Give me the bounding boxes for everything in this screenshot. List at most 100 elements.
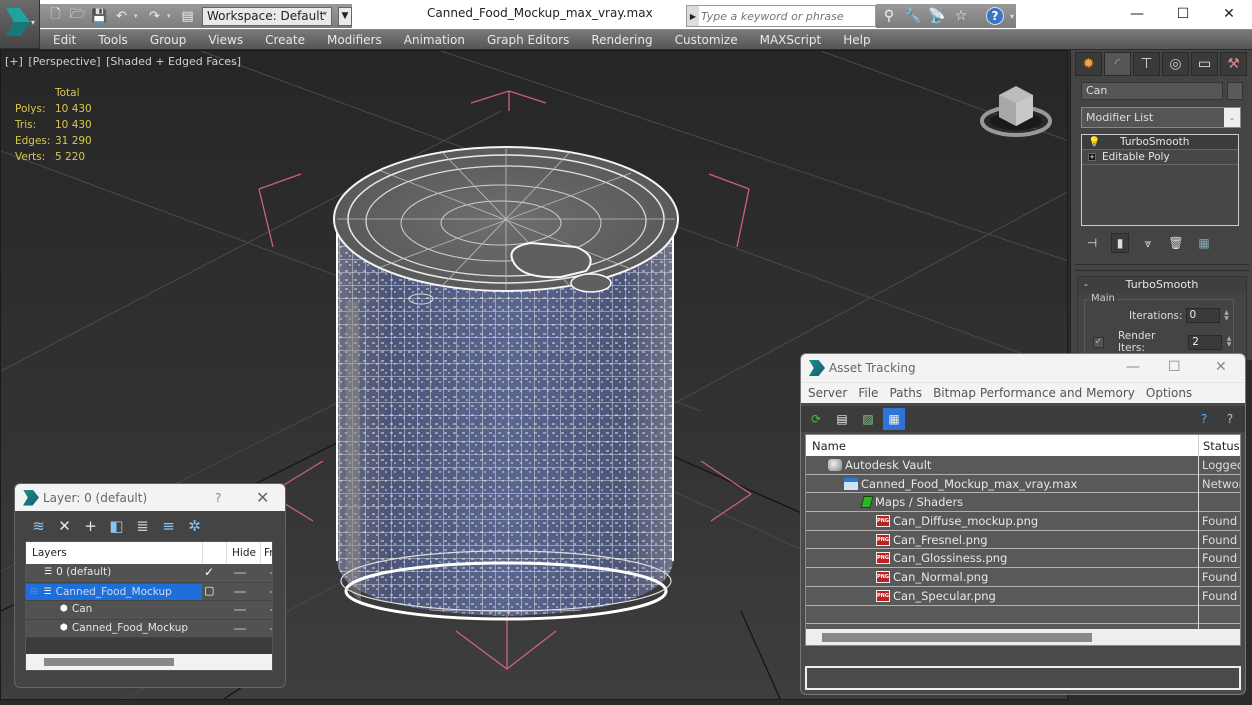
menu-edit[interactable]: Edit	[40, 33, 87, 47]
current-layer-checkbox[interactable]: ▢	[204, 584, 214, 597]
help-icon[interactable]: ?	[986, 7, 1004, 25]
menu-server[interactable]: Server	[804, 386, 851, 400]
viewport-view-label[interactable]: [Perspective]	[28, 55, 100, 68]
add-to-layer-icon[interactable]: +	[81, 516, 100, 535]
menu-file[interactable]: File	[854, 386, 882, 400]
satellite-icon[interactable]: 📡	[928, 7, 946, 25]
maximize-button[interactable]: ☐	[1168, 359, 1181, 375]
spinner-icon[interactable]: ▲ ▼	[1223, 308, 1231, 323]
redo-dropdown-icon[interactable]: ▾	[167, 12, 175, 20]
spinner-icon[interactable]: ▲ ▼	[1225, 335, 1233, 350]
stack-item-turbosmooth[interactable]: 💡 TurboSmooth	[1082, 135, 1238, 150]
close-button[interactable]: ✕	[1215, 359, 1227, 375]
menu-paths[interactable]: Paths	[885, 386, 926, 400]
context-help-icon[interactable]: ?	[1221, 410, 1239, 428]
freeze-toggle[interactable]	[270, 572, 272, 574]
utilities-tab-icon[interactable]: ⚒	[1220, 52, 1247, 76]
iterations-input[interactable]: 0	[1185, 308, 1220, 323]
help-button[interactable]: ?	[215, 491, 221, 505]
new-layer-icon[interactable]: ≋	[29, 516, 48, 535]
minimize-button[interactable]: —	[1126, 359, 1140, 375]
layer-properties-icon[interactable]: ✲	[185, 516, 204, 535]
menu-animation[interactable]: Animation	[393, 33, 476, 47]
modifier-list-dropdown[interactable]: Modifier List ⌄	[1081, 107, 1241, 128]
asset-row[interactable]: Autodesk Vault Logged	[806, 456, 1240, 475]
object-name-field[interactable]: Can	[1081, 82, 1223, 100]
column-header-name[interactable]: Name	[812, 439, 846, 453]
search-input[interactable]	[701, 7, 873, 25]
object-row[interactable]: ⬢ Canned_Food_Mockup	[26, 619, 272, 638]
show-end-result-icon[interactable]: ▮	[1111, 233, 1129, 253]
menu-bitmap-performance[interactable]: Bitmap Performance and Memory	[929, 386, 1139, 400]
viewport-menu-button[interactable]: [+]	[5, 55, 23, 68]
select-objects-icon[interactable]: ◧	[107, 516, 126, 535]
viewport-label[interactable]: [+] [Perspective] [Shaded + Edged Faces]	[5, 55, 243, 68]
scrollbar-thumb[interactable]	[822, 633, 1092, 642]
toolbar-overflow-button[interactable]: ▼	[338, 6, 352, 26]
delete-layer-icon[interactable]: ✕	[55, 516, 74, 535]
hide-toggle[interactable]	[234, 609, 246, 611]
make-unique-icon[interactable]: ⩔	[1139, 233, 1157, 253]
hide-toggle[interactable]	[234, 572, 246, 574]
hierarchy-tab-icon[interactable]: ⊤	[1133, 52, 1160, 76]
dialog-title-bar[interactable]: Asset Tracking — ☐ ✕	[801, 354, 1245, 382]
modify-tab-icon[interactable]: ◜	[1104, 52, 1131, 76]
asset-row[interactable]: PNG Can_Specular.png Found	[806, 586, 1240, 606]
project-icon[interactable]: ▤	[178, 7, 197, 26]
scrollbar-thumb[interactable]	[44, 658, 174, 666]
menu-help[interactable]: Help	[832, 33, 881, 47]
column-header-freeze[interactable]: Fr	[264, 547, 272, 559]
undo-icon[interactable]: ↶	[112, 7, 131, 26]
freeze-toggle[interactable]	[270, 627, 272, 630]
expand-icon[interactable]: +	[1088, 153, 1096, 161]
configure-sets-icon[interactable]: ▦	[1195, 233, 1213, 253]
menu-group[interactable]: Group	[139, 33, 198, 47]
menu-customize[interactable]: Customize	[664, 33, 749, 47]
close-button[interactable]: ✕	[1206, 0, 1252, 28]
horizontal-scrollbar[interactable]	[26, 654, 272, 670]
collapse-icon[interactable]: ⊟	[30, 587, 38, 597]
motion-tab-icon[interactable]: ◎	[1162, 52, 1189, 76]
select-layer-icon[interactable]: ≣	[133, 516, 152, 535]
menu-tools[interactable]: Tools	[87, 33, 139, 47]
layer-row[interactable]: ⊟ ☰ Canned_Food_Mockup ▢	[26, 582, 272, 601]
stack-item-editable-poly[interactable]: + Editable Poly	[1082, 150, 1238, 165]
collapse-icon[interactable]: -	[1084, 277, 1088, 293]
freeze-toggle[interactable]	[270, 609, 272, 611]
tree-view-icon[interactable]: ▨	[859, 410, 877, 428]
menu-views[interactable]: Views	[197, 33, 254, 47]
help-icon[interactable]: ?	[1195, 410, 1213, 428]
current-layer-check-icon[interactable]: ✓	[204, 565, 214, 579]
save-icon[interactable]: 💾	[90, 7, 109, 26]
asset-row[interactable]: PNG Can_Fresnel.png Found	[806, 530, 1240, 550]
redo-icon[interactable]: ↷	[145, 7, 164, 26]
horizontal-scrollbar[interactable]	[806, 629, 1240, 645]
layer-row[interactable]: ☰ 0 (default) ✓	[26, 564, 272, 583]
asset-row[interactable]: Maps / Shaders	[806, 493, 1240, 513]
menu-modifiers[interactable]: Modifiers	[316, 33, 393, 47]
list-view-icon[interactable]: ▤	[833, 410, 851, 428]
workspace-select[interactable]: Workspace: Default ▾	[202, 6, 332, 26]
dialog-title-bar[interactable]: Layer: 0 (default) ? ✕	[15, 484, 285, 511]
new-icon[interactable]: 🗋	[46, 7, 65, 26]
object-row[interactable]: ⬢ Can	[26, 601, 272, 620]
menu-rendering[interactable]: Rendering	[580, 33, 663, 47]
asset-row[interactable]: PNG Can_Normal.png Found	[806, 568, 1240, 588]
refresh-icon[interactable]: ⟳	[807, 410, 825, 428]
display-tab-icon[interactable]: ▭	[1191, 52, 1218, 76]
column-header-status[interactable]: Status	[1203, 439, 1240, 453]
menu-options[interactable]: Options	[1142, 386, 1196, 400]
binoculars-icon[interactable]: ⚲	[880, 7, 898, 25]
viewport-shading-label[interactable]: [Shaded + Edged Faces]	[106, 55, 241, 68]
menu-maxscript[interactable]: MAXScript	[749, 33, 833, 47]
search-expand-icon[interactable]: ▶	[687, 6, 699, 26]
close-button[interactable]: ✕	[256, 488, 269, 507]
viewcube[interactable]	[979, 81, 1054, 141]
hide-toggle[interactable]	[234, 590, 246, 593]
menu-create[interactable]: Create	[254, 33, 316, 47]
object-color-swatch[interactable]	[1227, 82, 1243, 100]
column-header-hide[interactable]: Hide	[232, 547, 256, 559]
render-iters-checkbox[interactable]: ✓	[1093, 336, 1104, 348]
can-model[interactable]	[333, 146, 679, 621]
table-view-icon[interactable]: ▦	[883, 408, 905, 430]
